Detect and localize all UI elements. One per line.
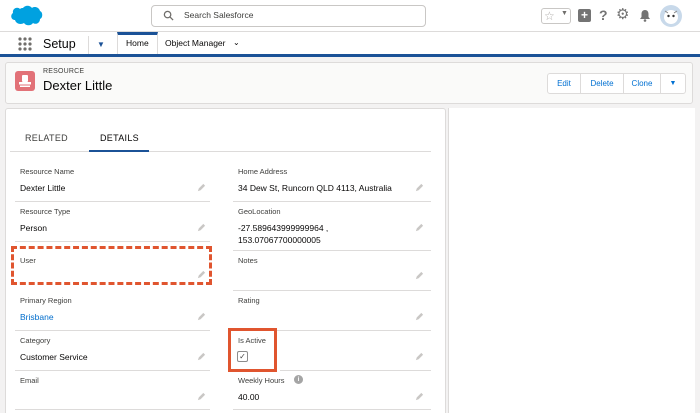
field-label-weekly-hours: Weekly Hours — [238, 376, 285, 385]
field-label-geolocation: GeoLocation — [238, 207, 281, 216]
search-placeholder: Search Salesforce — [184, 10, 254, 20]
field-label-home-address: Home Address — [238, 167, 288, 176]
app-launcher-icon[interactable] — [18, 37, 32, 51]
field-divider — [15, 370, 210, 371]
chevron-down-icon[interactable]: ⌄ — [233, 38, 240, 47]
field-label-category: Category — [20, 336, 51, 345]
edit-pencil-icon[interactable] — [197, 223, 206, 232]
help-icon[interactable]: ? — [599, 7, 608, 23]
field-value-geolocation-lat: -27.589643999999964 , — [238, 223, 329, 233]
more-actions-chevron-icon[interactable]: ▼ — [660, 73, 686, 94]
edit-pencil-icon[interactable] — [415, 223, 424, 232]
field-value-primary-region-link[interactable]: Brisbane — [20, 312, 54, 322]
field-label-email: Email — [20, 376, 39, 385]
edit-pencil-icon[interactable] — [415, 312, 424, 321]
setup-gear-icon[interactable]: ⚙ — [616, 7, 629, 23]
active-tab-indicator — [89, 150, 149, 152]
field-value-weekly-hours: 40.00 — [238, 392, 260, 402]
field-divider — [233, 201, 431, 202]
info-icon[interactable]: i — [294, 375, 303, 384]
edit-pencil-icon[interactable] — [415, 183, 424, 192]
field-value-home-address: 34 Dew St, Runcorn QLD 4113, Australia — [238, 183, 392, 193]
edit-pencil-icon[interactable] — [197, 312, 206, 321]
favorites-dropdown-icon[interactable]: ▼ — [561, 10, 568, 17]
global-actions-icon[interactable]: + — [578, 9, 591, 22]
field-label-notes: Notes — [238, 256, 258, 265]
field-divider — [280, 370, 431, 371]
clone-button[interactable]: Clone — [623, 73, 661, 94]
is-active-checkbox[interactable]: ✓ — [237, 351, 248, 362]
resource-object-icon — [15, 71, 35, 91]
user-avatar[interactable] — [660, 5, 682, 27]
edit-button[interactable]: Edit — [547, 73, 581, 94]
record-object-type: RESOURCE — [43, 68, 85, 75]
edit-pencil-icon[interactable] — [197, 270, 206, 279]
nav-divider — [88, 36, 89, 54]
notifications-bell-icon[interactable] — [639, 9, 651, 22]
record-title: Dexter Little — [43, 78, 113, 93]
app-navigation-bar — [0, 32, 700, 57]
delete-button[interactable]: Delete — [580, 73, 624, 94]
app-menu-chevron-icon[interactable]: ▼ — [97, 40, 105, 49]
salesforce-logo[interactable] — [9, 5, 43, 27]
field-value-resource-type: Person — [20, 223, 47, 233]
edit-pencil-icon[interactable] — [415, 352, 424, 361]
edit-pencil-icon[interactable] — [197, 392, 206, 401]
field-divider — [233, 409, 431, 410]
field-label-primary-region: Primary Region — [20, 296, 72, 305]
user-field-highlight — [11, 246, 212, 285]
tab-bar-divider — [10, 151, 431, 152]
field-label-rating: Rating — [238, 296, 260, 305]
field-divider — [15, 241, 210, 242]
edit-pencil-icon[interactable] — [197, 183, 206, 192]
tab-details[interactable]: DETAILS — [100, 133, 139, 143]
field-divider — [15, 409, 210, 410]
field-label-is-active: Is Active — [238, 336, 266, 345]
field-value-category: Customer Service — [20, 352, 88, 362]
field-label-user: User — [20, 256, 36, 265]
field-value-geolocation-lng: 153.07067700000005 — [238, 235, 321, 245]
search-icon — [163, 10, 174, 21]
field-divider — [15, 330, 210, 331]
edit-pencil-icon[interactable] — [415, 392, 424, 401]
tab-related[interactable]: RELATED — [25, 133, 68, 143]
field-divider — [233, 250, 431, 251]
star-icon: ☆ — [544, 9, 555, 23]
is-active-field-highlight — [228, 328, 277, 372]
tab-home-label[interactable]: Home — [126, 38, 149, 48]
field-divider — [15, 201, 210, 202]
side-panel — [448, 108, 695, 413]
field-label-resource-name: Resource Name — [20, 167, 75, 176]
field-label-resource-type: Resource Type — [20, 207, 71, 216]
edit-pencil-icon[interactable] — [415, 271, 424, 280]
app-name: Setup — [43, 37, 76, 51]
tab-object-manager[interactable]: Object Manager — [165, 38, 225, 48]
field-value-resource-name: Dexter Little — [20, 183, 66, 193]
edit-pencil-icon[interactable] — [197, 352, 206, 361]
field-divider — [233, 290, 431, 291]
